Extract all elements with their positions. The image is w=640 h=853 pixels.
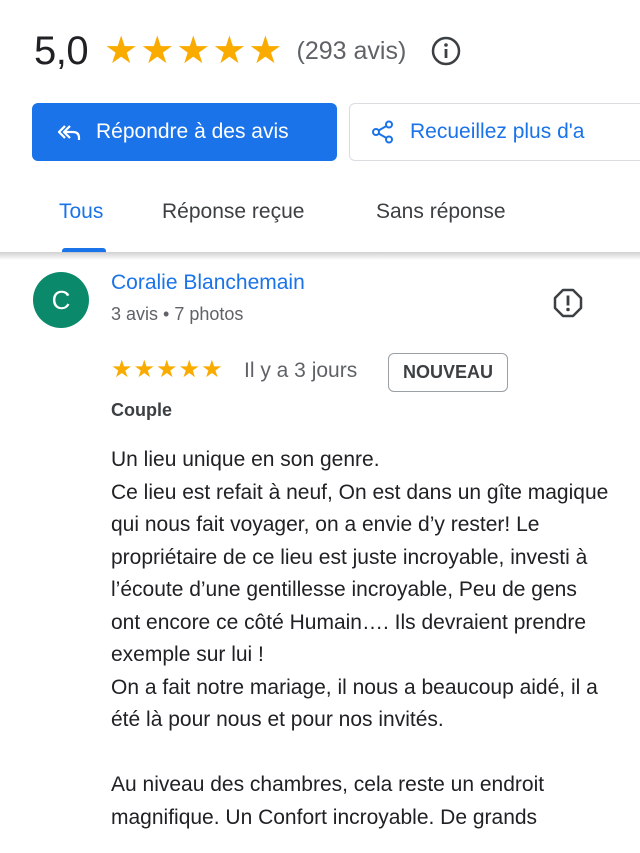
review-filter-tabs: Tous Réponse reçue Sans réponse [0,180,640,254]
reviewer-meta: 3 avis • 7 photos [111,304,244,324]
star-icon: ★ [156,356,178,383]
star-icon: ★ [248,30,283,72]
tabs-divider [0,252,640,260]
rating-value: 5,0 [34,28,89,73]
star-icon: ★ [111,356,133,383]
reviewer-name[interactable]: Coralie Blanchemain [111,271,305,295]
trip-type: Couple [111,400,172,420]
star-icon: ★ [176,30,211,72]
star-icon: ★ [133,356,156,383]
collect-button-label: Recueillez plus d'a [410,120,585,143]
reply-all-icon [57,125,81,140]
star-icon: ★ [212,30,247,72]
rating-stars: ★ ★ ★ ★ ★ [104,32,284,70]
rating-summary: 5,0 ★ ★ ★ ★ ★ (293 avis) [34,26,462,76]
info-icon[interactable] [430,35,462,67]
avatar[interactable]: C [33,272,89,328]
star-icon: ★ [178,356,201,383]
share-icon [372,120,393,144]
new-badge: NOUVEAU [388,353,508,392]
review-time: Il y a 3 jours [244,359,358,382]
review-text: Un lieu unique en son genre. Ce lieu est… [111,448,609,829]
report-icon[interactable] [552,287,584,319]
reply-to-reviews-button[interactable]: Répondre à des avis [32,103,337,161]
tab-unanswered[interactable]: Sans réponse [376,200,506,224]
review-count: (293 avis) [296,36,407,65]
review-stars: ★ ★ ★ ★ ★ [111,358,224,382]
collect-reviews-button[interactable]: Recueillez plus d'a [349,103,640,161]
tab-replied[interactable]: Réponse reçue [162,200,304,224]
star-icon: ★ [201,356,223,383]
reply-button-label: Répondre à des avis [96,120,289,143]
tab-all[interactable]: Tous [59,200,103,224]
star-icon: ★ [104,30,139,72]
star-icon: ★ [140,30,175,72]
